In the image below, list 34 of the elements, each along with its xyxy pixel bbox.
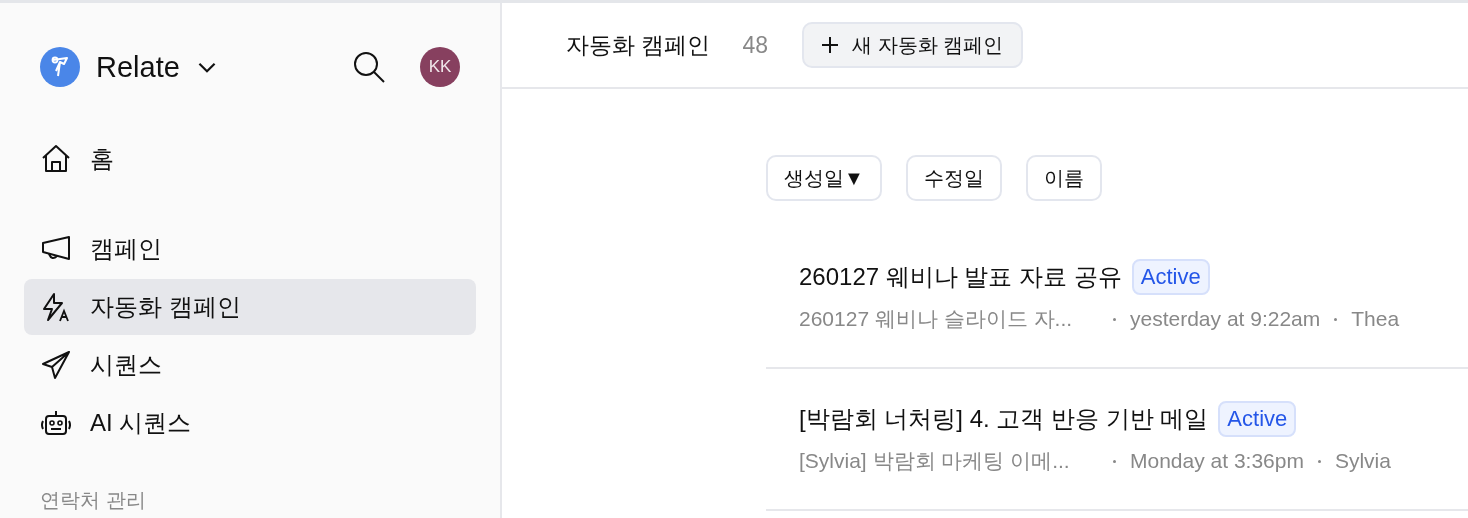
page-title: 자동화 캠페인 <box>566 30 711 60</box>
separator-dot <box>1113 459 1116 463</box>
logo-icon <box>40 47 80 87</box>
campaign-subtitle: 260127 웨비나 슬라이드 자... <box>799 306 1074 332</box>
status-badge: Active <box>1218 401 1297 437</box>
section-label: 연락처 관리 <box>40 488 147 513</box>
updated-time: Monday at 3:36pm <box>1130 449 1304 473</box>
separator-dot <box>1317 459 1321 463</box>
nav-item[interactable]: 시퀀스 <box>24 337 476 393</box>
home-icon <box>40 143 72 175</box>
sort-button[interactable]: 수정일 <box>905 155 1002 201</box>
workspace-name[interactable]: Relate <box>96 50 180 84</box>
campaign-title[interactable]: 260127 웨비나 발표 자료 공유 <box>799 261 1122 293</box>
nav-item[interactable]: 홈 <box>24 131 476 187</box>
campaign-count: 48 <box>742 31 768 59</box>
new-campaign-button[interactable]: 새 자동화 캠페인 <box>802 22 1024 68</box>
user-avatar[interactable]: KK <box>420 47 460 87</box>
search-icon[interactable] <box>352 50 386 84</box>
sort-button[interactable]: 생성일▼ <box>766 155 882 201</box>
nav-item[interactable]: 캠페인 <box>24 221 476 277</box>
nav-item[interactable]: AI 시퀀스 <box>24 395 476 451</box>
campaign-subtitle: [Sylvia] 박람회 마케팅 이메... <box>799 448 1071 474</box>
author-name: Thea <box>1351 307 1400 331</box>
sort-button[interactable]: 이름 <box>1025 155 1102 201</box>
status-badge: Active <box>1131 259 1210 295</box>
nav-item[interactable]: 자동화 캠페인 <box>24 279 476 335</box>
paper-plane-icon <box>40 349 72 381</box>
author-name: Sylvia <box>1334 449 1391 473</box>
separator-dot <box>1334 317 1338 321</box>
campaign-title[interactable]: [박람회 너처링] 4. 고객 반응 기반 메일 <box>799 403 1209 435</box>
plus-icon <box>820 35 840 55</box>
updated-time: yesterday at 9:22am <box>1130 307 1321 331</box>
lightning-icon <box>40 291 72 323</box>
separator-dot <box>1113 317 1116 321</box>
